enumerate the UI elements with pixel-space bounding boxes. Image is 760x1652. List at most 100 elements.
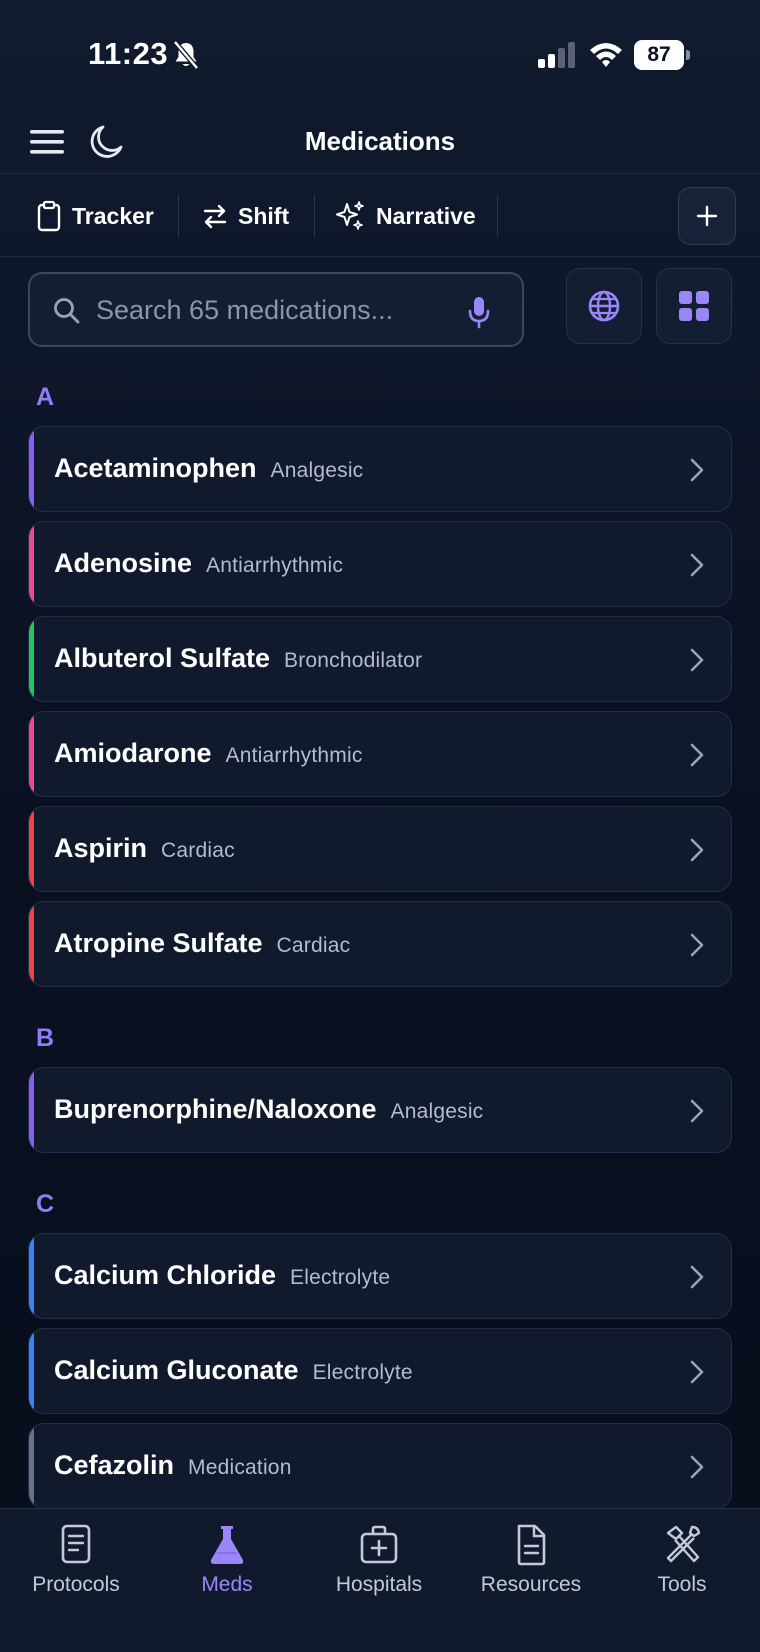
chevron-right-icon <box>690 1099 704 1123</box>
grid-view-button[interactable] <box>656 268 732 344</box>
bottom-nav: Protocols Meds Hospitals Resources Tools <box>0 1508 760 1652</box>
narrative-button[interactable]: Narrative <box>334 193 476 239</box>
nav-tab-resources[interactable]: Resources <box>456 1523 606 1613</box>
med-row-amiodarone[interactable]: Amiodarone Antiarrhythmic <box>28 711 732 797</box>
document-icon <box>61 1524 91 1564</box>
med-category: Electrolyte <box>312 1361 413 1384</box>
add-button[interactable] <box>678 187 736 245</box>
microphone-icon[interactable] <box>464 294 494 330</box>
app-screen: 11:23 87 Medications Tracker Shift Narra… <box>0 0 760 1652</box>
toolbar-divider <box>178 195 179 237</box>
med-name-text: Calcium Gluconate Electrolyte <box>54 1355 413 1385</box>
med-name-text: Amiodarone Antiarrhythmic <box>54 738 363 768</box>
page-title: Medications <box>304 126 456 156</box>
nav-tab-tools[interactable]: Tools <box>607 1523 757 1613</box>
chevron-right-icon <box>690 933 704 957</box>
tracker-button[interactable]: Tracker <box>36 193 154 239</box>
med-name-text: Atropine Sulfate Cardiac <box>54 928 351 958</box>
flask-icon <box>210 1526 244 1564</box>
cellular-signal-icon <box>538 42 575 68</box>
med-category: Electrolyte <box>290 1266 391 1289</box>
clipboard-icon <box>37 200 61 232</box>
category-color-bar <box>29 617 34 701</box>
nav-label: Tools <box>657 1573 707 1596</box>
med-category: Antiarrhythmic <box>225 744 363 767</box>
chevron-right-icon <box>690 648 704 672</box>
nav-label: Resources <box>480 1573 582 1596</box>
chevron-right-icon <box>690 743 704 767</box>
chevron-right-icon <box>690 1360 704 1384</box>
med-category: Analgesic <box>390 1100 484 1123</box>
battery-indicator: 87 <box>634 40 690 70</box>
sparkles-icon <box>336 201 364 230</box>
swap-arrows-icon <box>203 204 227 229</box>
chevron-right-icon <box>690 458 704 482</box>
narrative-label: Narrative <box>376 202 476 229</box>
med-name-text: Calcium Chloride Electrolyte <box>54 1260 391 1290</box>
language-button[interactable] <box>566 268 642 344</box>
med-category: Medication <box>188 1456 292 1479</box>
status-time: 11:23 <box>88 36 169 71</box>
search-input[interactable] <box>96 288 466 332</box>
category-color-bar <box>29 522 34 606</box>
nav-label: Protocols <box>32 1573 120 1596</box>
toolbar-divider <box>314 195 315 237</box>
nav-tab-protocols[interactable]: Protocols <box>1 1523 151 1613</box>
battery-tip <box>686 50 690 60</box>
category-color-bar <box>29 712 34 796</box>
section-letter-a: A <box>36 383 55 411</box>
med-category: Analgesic <box>270 459 364 482</box>
nav-tab-hospitals[interactable]: Hospitals <box>304 1523 454 1613</box>
med-row-buprenorphine-naloxone[interactable]: Buprenorphine/Naloxone Analgesic <box>28 1067 732 1153</box>
nav-label: Hospitals <box>335 1573 423 1596</box>
med-name-text: Aspirin Cardiac <box>54 833 235 863</box>
nav-tab-meds[interactable]: Meds <box>152 1523 302 1613</box>
section-letter-c: C <box>36 1190 55 1218</box>
search-icon <box>54 298 80 324</box>
file-icon <box>517 1524 546 1566</box>
med-category: Bronchodilator <box>284 649 423 672</box>
chevron-right-icon <box>690 838 704 862</box>
grid-icon <box>679 291 709 321</box>
shift-button[interactable]: Shift <box>202 193 289 239</box>
section-letter-b: B <box>36 1024 55 1052</box>
med-row-acetaminophen[interactable]: Acetaminophen Analgesic <box>28 426 732 512</box>
med-category: Cardiac <box>161 839 235 862</box>
med-row-adenosine[interactable]: Adenosine Antiarrhythmic <box>28 521 732 607</box>
med-row-calcium-gluconate[interactable]: Calcium Gluconate Electrolyte <box>28 1328 732 1414</box>
top-bar: Medications <box>0 110 760 174</box>
tracker-label: Tracker <box>72 202 154 229</box>
search-box[interactable] <box>28 272 524 347</box>
wifi-icon <box>590 43 622 67</box>
category-color-bar <box>29 1424 34 1508</box>
category-color-bar <box>29 1329 34 1413</box>
med-row-calcium-chloride[interactable]: Calcium Chloride Electrolyte <box>28 1233 732 1319</box>
category-color-bar <box>29 427 34 511</box>
globe-icon <box>588 290 620 322</box>
status-bar: 11:23 87 <box>0 0 760 110</box>
med-category: Antiarrhythmic <box>206 554 344 577</box>
toolbar: Tracker Shift Narrative <box>0 175 760 257</box>
bell-muted-icon <box>173 40 199 70</box>
med-row-aspirin[interactable]: Aspirin Cardiac <box>28 806 732 892</box>
med-name-text: Cefazolin Medication <box>54 1450 292 1480</box>
med-row-atropine-sulfate[interactable]: Atropine Sulfate Cardiac <box>28 901 732 987</box>
med-name-text: Adenosine Antiarrhythmic <box>54 548 344 578</box>
med-row-cefazolin[interactable]: Cefazolin Medication <box>28 1423 732 1509</box>
category-color-bar <box>29 807 34 891</box>
chevron-right-icon <box>690 1265 704 1289</box>
med-name-text: Acetaminophen Analgesic <box>54 453 364 483</box>
chevron-right-icon <box>690 1455 704 1479</box>
battery-level: 87 <box>634 40 684 70</box>
toolbar-divider <box>497 195 498 237</box>
category-color-bar <box>29 902 34 986</box>
medical-kit-icon <box>360 1525 398 1564</box>
shift-label: Shift <box>238 202 290 229</box>
med-category: Cardiac <box>276 934 351 957</box>
med-row-albuterol-sulfate[interactable]: Albuterol Sulfate Bronchodilator <box>28 616 732 702</box>
category-color-bar <box>29 1068 34 1152</box>
category-color-bar <box>29 1234 34 1318</box>
plus-icon <box>696 205 718 227</box>
nav-label: Meds <box>201 1573 253 1596</box>
med-name-text: Buprenorphine/Naloxone Analgesic <box>54 1094 484 1124</box>
